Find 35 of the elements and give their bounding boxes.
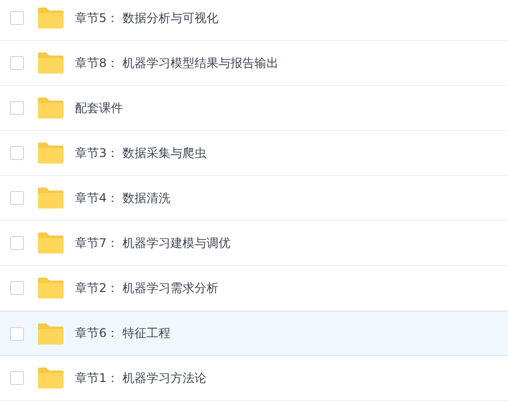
folder-name: 章节5： 数据分析与可视化 <box>75 10 218 26</box>
folder-icon <box>37 367 64 389</box>
folder-name: 章节7： 机器学习建模与调优 <box>75 234 230 252</box>
folder-icon <box>37 187 64 209</box>
file-row[interactable]: 章节6： 特征工程 <box>0 311 508 356</box>
folder-icon <box>37 7 64 29</box>
checkbox[interactable] <box>10 191 24 205</box>
folder-icon <box>37 322 64 344</box>
folder-name: 章节6： 特征工程 <box>75 325 170 342</box>
checkbox[interactable] <box>10 101 24 115</box>
checkbox[interactable] <box>10 371 24 385</box>
file-row[interactable]: 章节5： 数据分析与可视化 <box>0 0 508 41</box>
file-row[interactable]: 章节7： 机器学习建模与调优 <box>0 221 508 266</box>
folder-name: 章节4： 数据清洗 <box>75 190 170 206</box>
folder-icon <box>37 52 64 74</box>
file-row[interactable]: 配套课件 <box>0 86 508 131</box>
folder-name: 章节2： 机器学习需求分析 <box>75 280 218 296</box>
folder-name: 配套课件 <box>75 100 123 116</box>
folder-icon <box>37 232 64 254</box>
folder-name: 章节3： 数据采集与爬虫 <box>75 144 206 162</box>
folder-icon <box>37 277 64 299</box>
checkbox[interactable] <box>10 11 24 25</box>
checkbox[interactable] <box>10 56 24 70</box>
checkbox[interactable] <box>10 281 24 295</box>
file-row[interactable]: 章节3： 数据采集与爬虫 <box>0 131 508 176</box>
folder-name: 章节1： 机器学习方法论 <box>75 370 206 386</box>
checkbox[interactable] <box>10 236 24 250</box>
folder-icon <box>37 142 64 164</box>
folder-icon <box>37 97 64 119</box>
file-row[interactable]: 章节4： 数据清洗 <box>0 176 508 221</box>
folder-name: 章节8： 机器学习模型结果与报告输出 <box>75 54 278 72</box>
checkbox[interactable] <box>10 326 24 340</box>
file-row[interactable]: 章节1： 机器学习方法论 <box>0 356 508 401</box>
file-row[interactable]: 章节8： 机器学习模型结果与报告输出 <box>0 41 508 86</box>
checkbox[interactable] <box>10 146 24 160</box>
